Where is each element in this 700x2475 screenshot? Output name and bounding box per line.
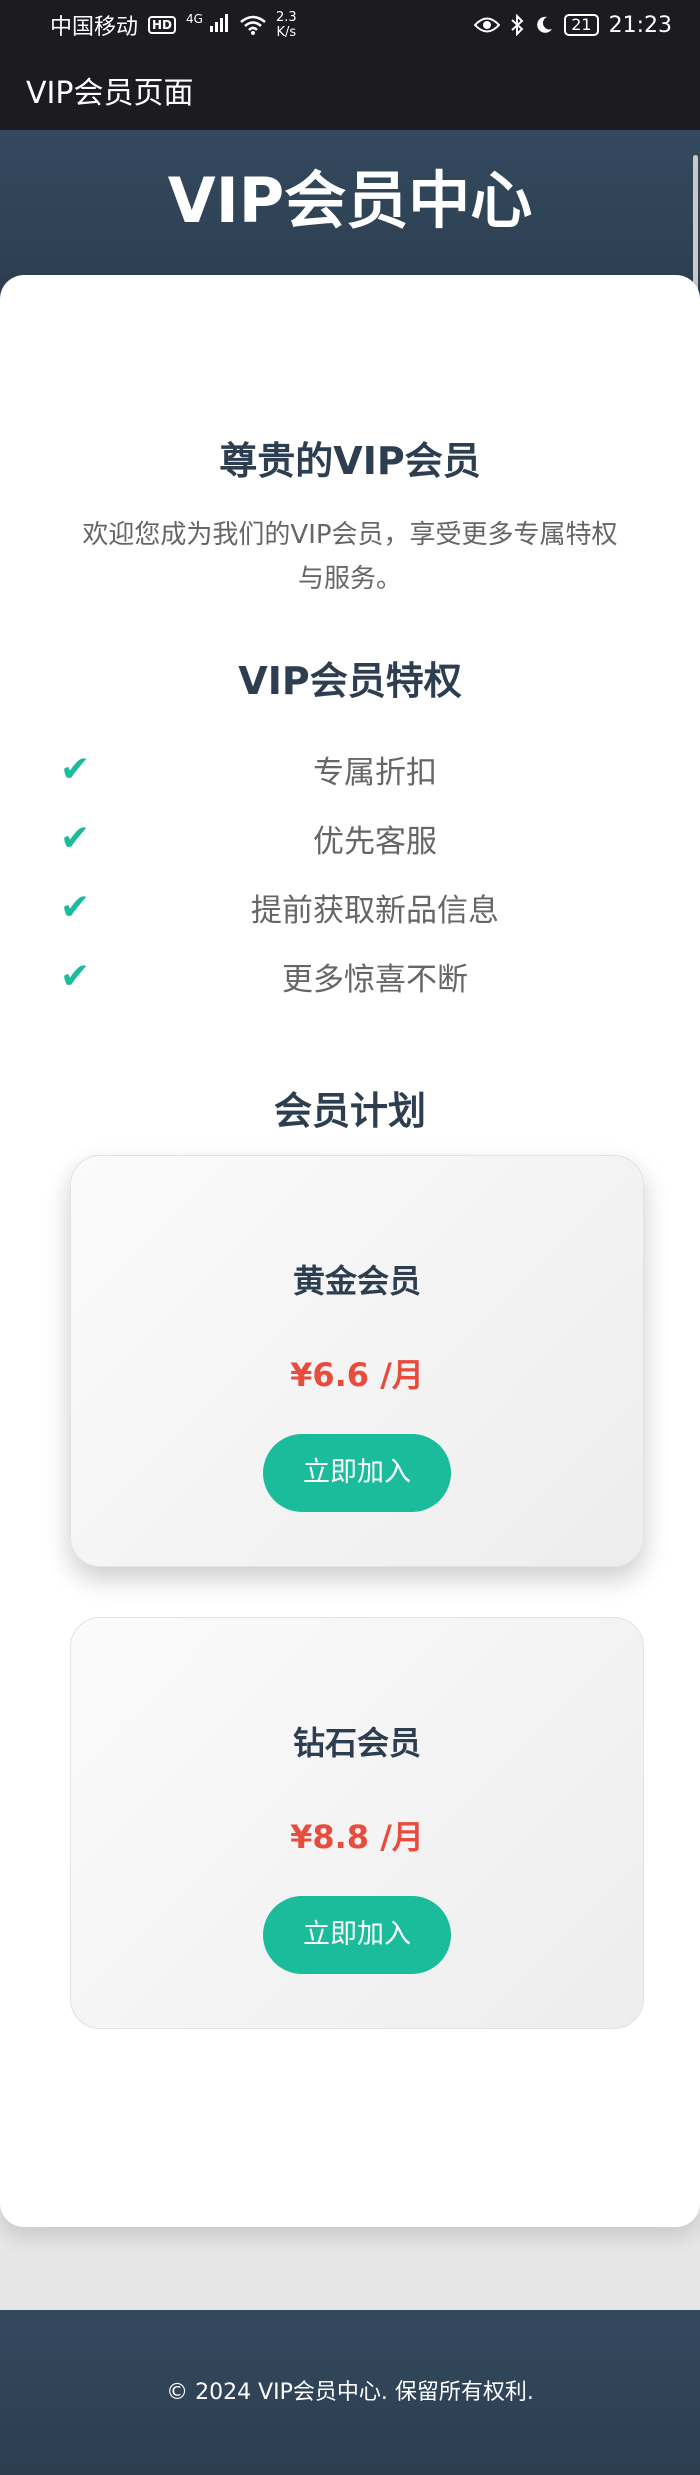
plans-title: 会员计划 (273, 1089, 426, 1133)
signal-bars-icon (209, 13, 228, 32)
app-bar-title: VIP会员页面 (26, 76, 194, 111)
page-title: VIP会员中心 (167, 164, 533, 237)
list-item: ✔ 更多惊喜不断 (60, 942, 640, 1011)
plan-price: ¥8.8 /月 (290, 1818, 424, 1856)
perk-label: 优先客服 (313, 824, 437, 860)
battery-indicator: 21 (564, 14, 599, 36)
welcome-text: 欢迎您成为我们的VIP会员，享受更多专属特权与服务。 (82, 520, 618, 594)
perks-list: ✔ 专属折扣 ✔ 优先客服 ✔ 提前获取新品信息 ✔ 更多惊喜不断 (60, 735, 640, 1011)
perks-title: VIP会员特权 (238, 659, 462, 703)
perk-label: 更多惊喜不断 (282, 962, 468, 998)
phone-screen: 中国移动 HD 4G 2.3 K/s 21 21:23 VIP会员页面 VIP会… (0, 0, 700, 2475)
plan-name: 黄金会员 (292, 1262, 421, 1300)
list-item: ✔ 专属折扣 (60, 735, 640, 804)
main-content-card: 尊贵的VIP会员 欢迎您成为我们的VIP会员，享受更多专属特权与服务。 VIP会… (0, 275, 700, 2227)
perk-label: 专属折扣 (313, 755, 437, 791)
plan-card-diamond: 钻石会员 ¥8.8 /月 立即加入 (70, 1617, 644, 2029)
status-bar: 中国移动 HD 4G 2.3 K/s 21 21:23 (0, 0, 700, 50)
status-bar-right: 21 21:23 (474, 13, 672, 38)
join-diamond-button[interactable]: 立即加入 (263, 1896, 451, 1974)
perk-label: 提前获取新品信息 (251, 893, 499, 929)
footer-copyright: © 2024 VIP会员中心. 保留所有权利. (166, 2380, 534, 2405)
plan-name: 钻石会员 (292, 1724, 421, 1762)
carrier-name: 中国移动 (50, 15, 139, 40)
clock-time: 21:23 (608, 12, 672, 38)
plan-card-gold: 黄金会员 ¥6.6 /月 立即加入 (70, 1155, 644, 1567)
list-item: ✔ 优先客服 (60, 804, 640, 873)
moon-icon (537, 16, 553, 33)
network-speed: 2.3 K/s (276, 10, 297, 40)
hd-badge: HD (148, 16, 177, 34)
wifi-icon (240, 15, 266, 35)
list-item: ✔ 提前获取新品信息 (60, 873, 640, 942)
network-type-label: 4G (186, 12, 203, 27)
bluetooth-icon (511, 14, 524, 36)
app-bar: VIP会员页面 (0, 50, 700, 130)
network-speed-unit: K/s (276, 25, 297, 40)
page-footer: © 2024 VIP会员中心. 保留所有权利. (0, 2310, 700, 2475)
signal-icon: 4G (186, 12, 230, 37)
plan-price: ¥6.6 /月 (290, 1356, 424, 1394)
network-speed-value: 2.3 (275, 10, 297, 25)
eye-icon (474, 17, 501, 33)
join-gold-button[interactable]: 立即加入 (263, 1434, 451, 1512)
welcome-title: 尊贵的VIP会员 (219, 439, 481, 483)
status-bar-left: 中国移动 HD 4G 2.3 K/s (50, 9, 297, 41)
